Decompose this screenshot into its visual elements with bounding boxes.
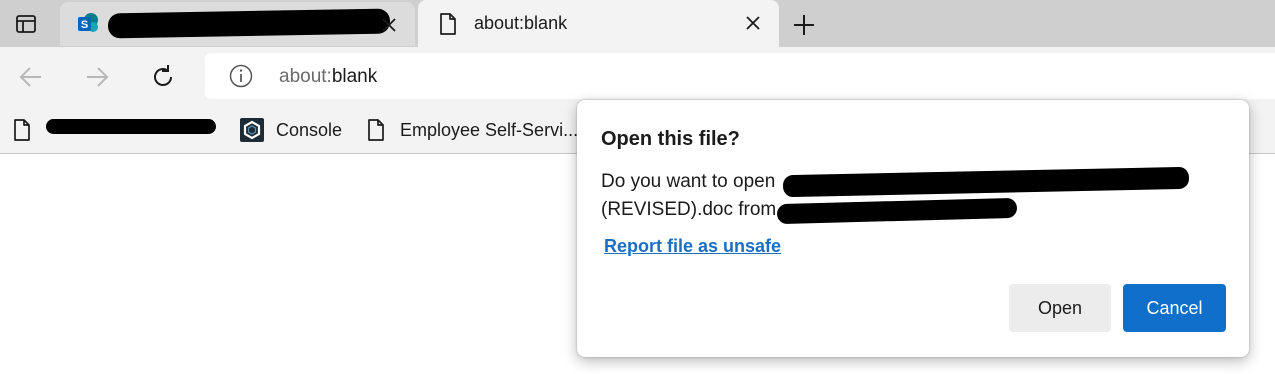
page-icon — [10, 118, 34, 142]
bookmark-item[interactable] — [10, 114, 46, 146]
bookmark-label: Employee Self-Servi... — [400, 119, 579, 140]
tab-about-blank[interactable]: about:blank — [418, 0, 779, 47]
tab-strip: S about:blank — [0, 0, 1275, 47]
info-icon[interactable] — [229, 64, 253, 88]
dialog-message-line-2: (REVISED).doc from — [601, 199, 776, 221]
url-text: about:blank — [279, 66, 377, 88]
new-tab-button[interactable] — [788, 9, 820, 41]
tab-title: about:blank — [474, 13, 568, 33]
sharepoint-icon: S — [76, 12, 100, 36]
dialog-title: Open this file? — [601, 128, 740, 150]
address-bar[interactable]: about:blank — [205, 53, 1275, 99]
refresh-button[interactable] — [146, 60, 180, 94]
bookmark-label: Console — [276, 119, 343, 140]
redaction — [776, 197, 1018, 225]
page-icon — [436, 12, 460, 36]
cancel-button[interactable]: Cancel — [1123, 284, 1226, 332]
close-tab-button[interactable] — [741, 11, 765, 35]
bookmark-item-console[interactable]: Console — [240, 114, 342, 146]
close-tab-button[interactable] — [377, 13, 401, 37]
open-file-dialog: Open this file? Do you want to open (REV… — [577, 100, 1249, 357]
back-button[interactable] — [14, 60, 48, 94]
console-logo-icon — [240, 118, 264, 142]
report-unsafe-link[interactable]: Report file as unsafe — [604, 236, 781, 257]
forward-button[interactable] — [80, 60, 114, 94]
page-icon — [364, 118, 388, 142]
forward-arrow-icon — [87, 67, 109, 87]
plus-icon — [794, 15, 814, 35]
redaction — [46, 119, 216, 134]
refresh-icon — [154, 65, 172, 86]
bookmark-item-employee-self-service[interactable]: Employee Self-Servi... — [364, 114, 578, 146]
toolbar: about:blank — [0, 47, 1275, 106]
dialog-message-filename: (REVISED).doc from — [601, 199, 777, 220]
tab-sharepoint[interactable]: S — [60, 2, 415, 46]
svg-text:S: S — [81, 19, 88, 31]
redaction — [107, 8, 391, 39]
close-icon — [746, 16, 760, 30]
back-arrow-icon — [19, 67, 41, 87]
open-button[interactable]: Open — [1009, 284, 1111, 332]
tab-actions-icon — [16, 14, 36, 33]
tab-actions-button[interactable] — [0, 0, 52, 47]
dialog-message-line-1: Do you want to open — [601, 171, 775, 193]
url-scheme: about: — [279, 66, 332, 87]
close-icon — [382, 18, 396, 32]
redaction — [782, 166, 1190, 198]
url-path: blank — [331, 66, 378, 87]
dialog-message-prefix: Do you want to open — [601, 171, 776, 192]
